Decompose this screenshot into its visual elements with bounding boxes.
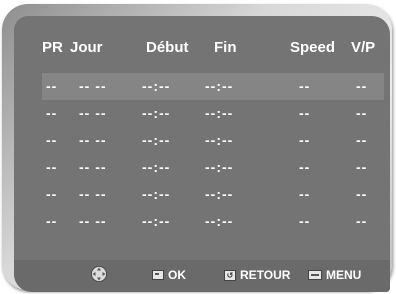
cell-speed: --: [299, 159, 311, 175]
cell-debut: --:--: [142, 159, 171, 175]
timer-recording-screen: PR Jour Début Fin Speed V/P -- -- -- --:…: [14, 16, 390, 292]
timer-row-4[interactable]: -- -- -- --:-- --:-- -- --: [14, 154, 390, 181]
retour-label: RETOUR: [240, 268, 291, 282]
cell-vp: --: [356, 213, 368, 229]
header-fin: Fin: [214, 39, 237, 56]
cell-fin: --:--: [205, 186, 234, 202]
ok-label: OK: [168, 268, 186, 282]
cell-vp: --: [356, 105, 368, 121]
cell-debut: --:--: [142, 186, 171, 202]
header-speed: Speed: [290, 39, 336, 56]
header-jour: Jour: [70, 39, 103, 56]
cell-speed: --: [299, 105, 311, 121]
cell-pr: --: [46, 132, 58, 148]
cell-jour: -- --: [79, 213, 107, 229]
cell-vp: --: [356, 132, 368, 148]
cell-fin: --:--: [205, 213, 234, 229]
cell-pr: --: [46, 213, 58, 229]
cell-vp: --: [356, 159, 368, 175]
four-way-arrows-icon: [91, 266, 107, 282]
header-pr: PR: [42, 39, 63, 56]
menu-label: MENU: [326, 268, 362, 282]
tv-frame: PR Jour Début Fin Speed V/P -- -- -- --:…: [2, 4, 392, 292]
column-header: PR Jour Début Fin Speed V/P: [14, 16, 390, 72]
cell-fin: --:--: [205, 105, 234, 121]
enter-icon: [152, 270, 164, 280]
cell-jour: -- --: [79, 105, 107, 121]
timer-row-3[interactable]: -- -- -- --:-- --:-- -- --: [14, 127, 390, 154]
cell-debut: --:--: [142, 105, 171, 121]
timer-list: -- -- -- --:-- --:-- -- -- -- -- -- --:-…: [14, 73, 390, 235]
cell-jour: -- --: [79, 132, 107, 148]
cell-debut: --:--: [142, 213, 171, 229]
cell-pr: --: [46, 78, 58, 94]
menu-button-hint[interactable]: MENU: [308, 268, 361, 282]
cell-vp: --: [356, 186, 368, 202]
header-vp: V/P: [351, 39, 376, 56]
cell-pr: --: [46, 105, 58, 121]
cell-speed: --: [299, 78, 311, 94]
cell-fin: --:--: [205, 78, 234, 94]
cell-speed: --: [299, 186, 311, 202]
cell-pr: --: [46, 186, 58, 202]
cell-fin: --:--: [205, 132, 234, 148]
cell-vp: --: [356, 78, 368, 94]
timer-row-1[interactable]: -- -- -- --:-- --:-- -- --: [42, 73, 384, 100]
timer-row-5[interactable]: -- -- -- --:-- --:-- -- --: [14, 181, 390, 208]
cell-fin: --:--: [205, 159, 234, 175]
button-guide-bar: OK ↺ RETOUR MENU: [14, 260, 390, 292]
navigate-hint[interactable]: [90, 266, 108, 282]
cell-pr: --: [46, 159, 58, 175]
cell-debut: --:--: [142, 132, 171, 148]
cell-jour: -- --: [79, 186, 107, 202]
menu-icon: [308, 270, 322, 280]
cell-speed: --: [299, 213, 311, 229]
timer-row-2[interactable]: -- -- -- --:-- --:-- -- --: [14, 100, 390, 127]
timer-row-6[interactable]: -- -- -- --:-- --:-- -- --: [14, 208, 390, 235]
retour-button-hint[interactable]: ↺ RETOUR: [224, 268, 290, 282]
return-icon: ↺: [224, 269, 236, 281]
cell-jour: -- --: [79, 78, 107, 94]
cell-debut: --:--: [142, 78, 171, 94]
cell-speed: --: [299, 132, 311, 148]
cell-jour: -- --: [79, 159, 107, 175]
header-debut: Début: [146, 39, 189, 56]
ok-button-hint[interactable]: OK: [152, 268, 186, 282]
